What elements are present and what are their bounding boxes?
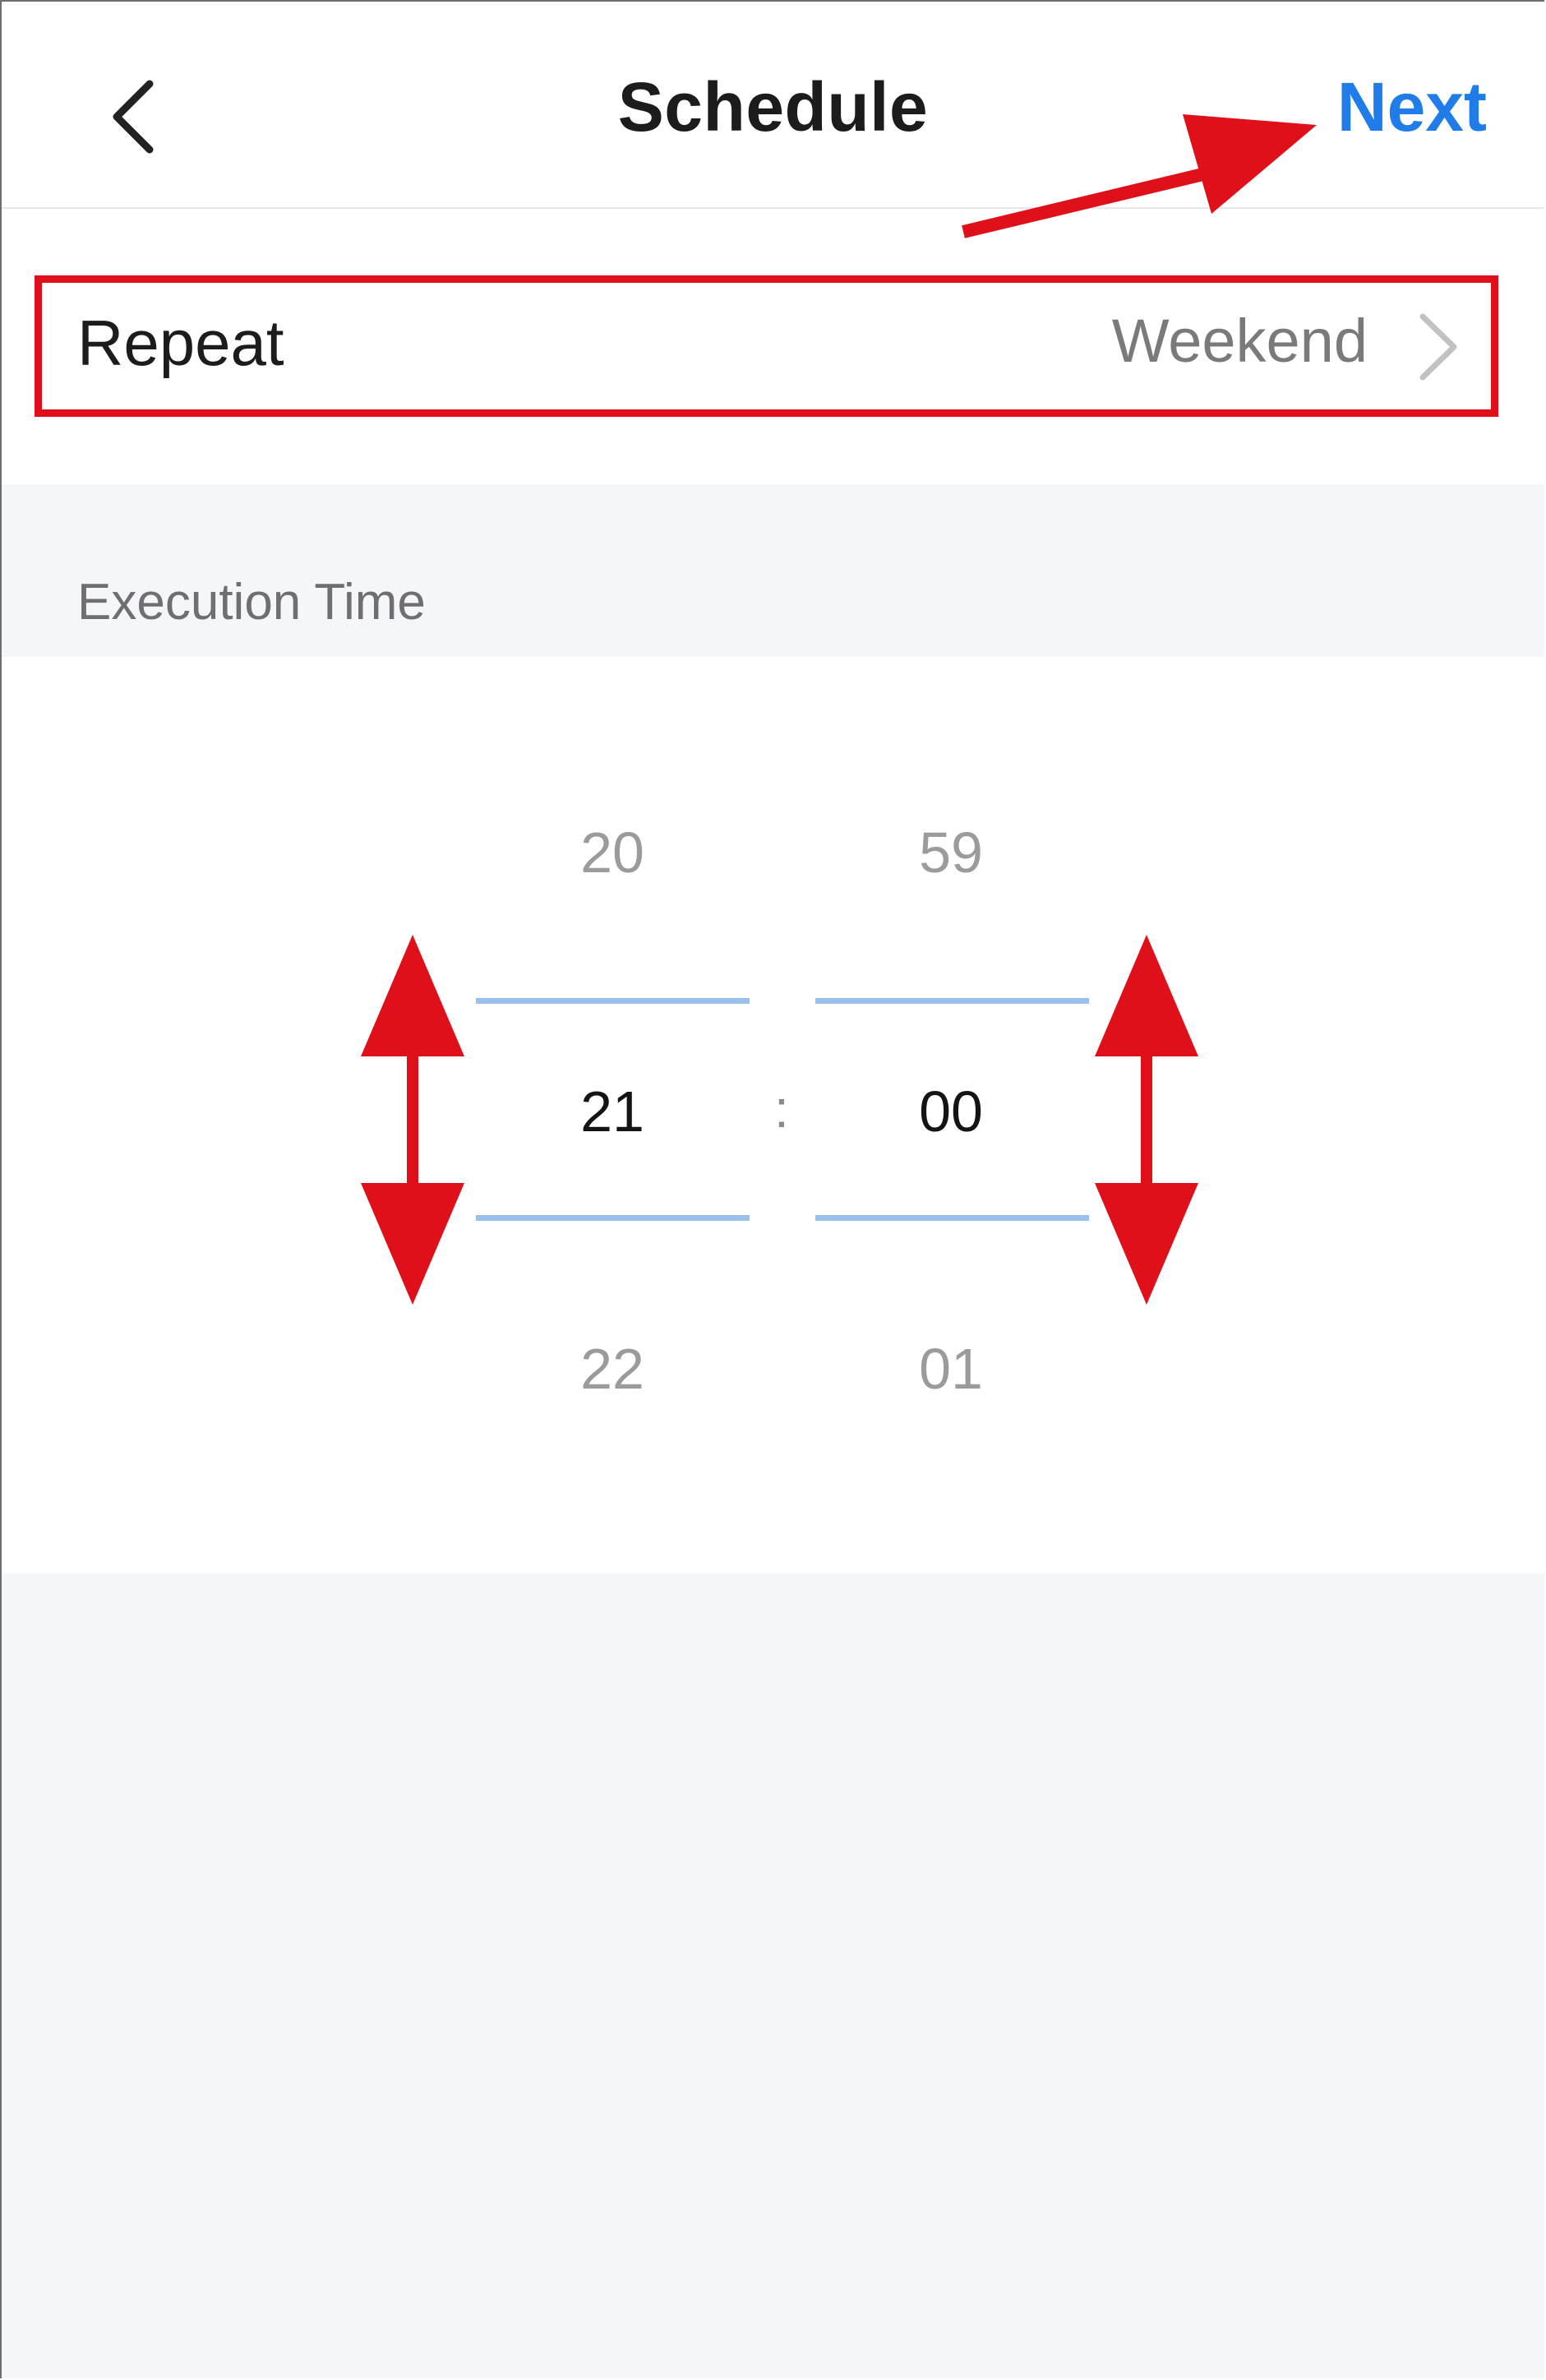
annotation-arrow-next: [962, 114, 1317, 238]
app-screen: Schedule Next Repeat Weekend Execution T…: [0, 0, 1544, 2378]
annotation-arrow-hours: [361, 935, 464, 1305]
annotation-arrow-minutes: [1095, 935, 1198, 1305]
annotation-overlay: [361, 114, 1317, 1305]
